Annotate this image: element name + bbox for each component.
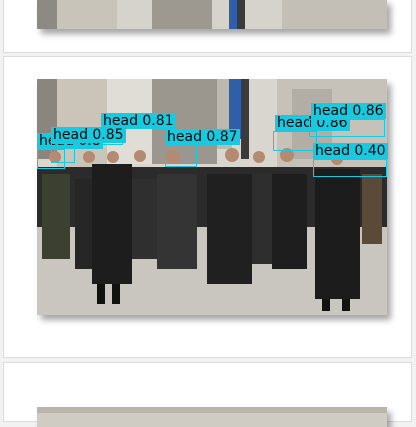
result-card-next — [3, 362, 412, 427]
result-card: head 0.81 head 0.8 head 0.85 head 0.87 h… — [3, 56, 412, 358]
result-image-previous[interactable] — [37, 0, 387, 29]
result-card-previous — [3, 0, 412, 53]
street-crowd-photo — [37, 79, 387, 315]
result-image-next[interactable] — [37, 407, 387, 427]
result-image[interactable] — [37, 79, 387, 315]
